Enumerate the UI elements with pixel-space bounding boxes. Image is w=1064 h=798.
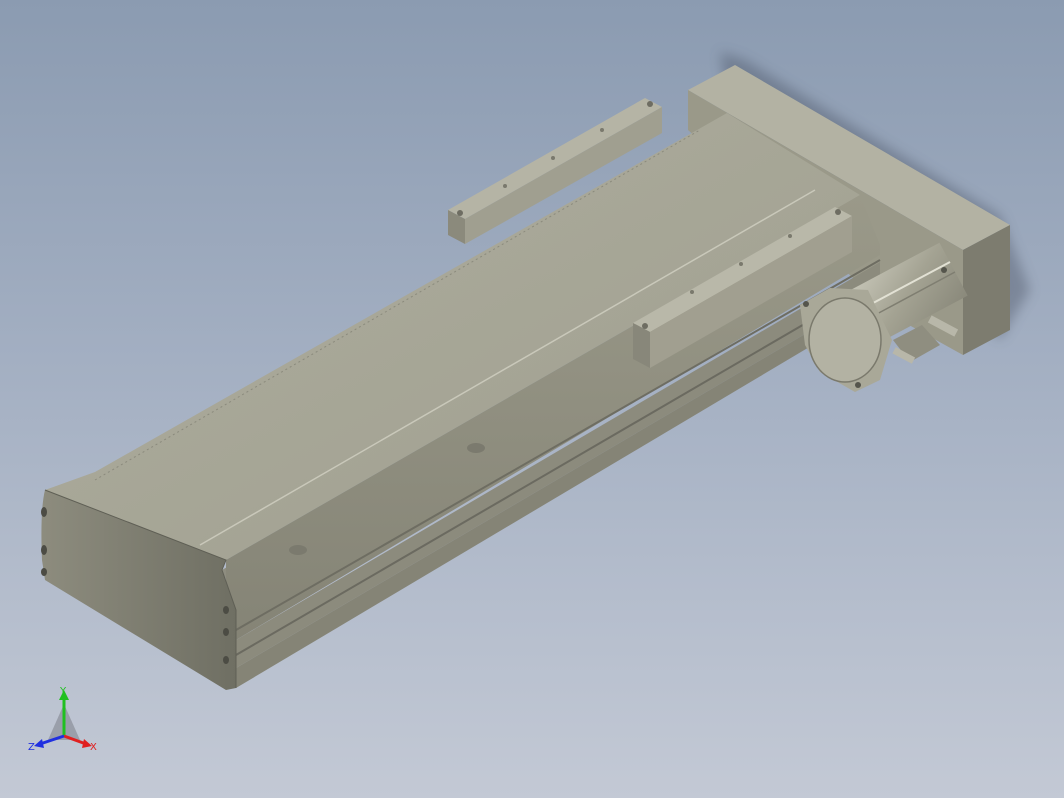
3d-viewport[interactable]: Y X Z <box>0 0 1064 798</box>
main-body <box>41 113 881 690</box>
x-axis-label: X <box>90 742 97 753</box>
bolt-hole <box>642 323 648 329</box>
bolt-hole <box>600 128 604 132</box>
bolt-hole <box>739 262 743 266</box>
end-hole <box>41 507 47 517</box>
mount-hole <box>289 545 307 555</box>
bolt-hole <box>457 210 463 216</box>
orientation-triad[interactable]: Y X Z <box>28 684 108 756</box>
z-axis-label: Z <box>28 742 35 753</box>
end-hole <box>223 628 229 636</box>
end-hole <box>223 656 229 664</box>
bolt-hole <box>647 101 653 107</box>
end-hole <box>223 606 229 614</box>
linear-actuator-model[interactable] <box>0 0 1064 798</box>
z-arrow-icon <box>34 739 44 748</box>
bolt-hole <box>690 290 694 294</box>
y-axis-label: Y <box>59 686 67 697</box>
bolt-hole <box>803 301 809 307</box>
bolt-hole <box>941 267 947 273</box>
bolt-hole <box>855 382 861 388</box>
end-hole <box>41 568 47 576</box>
bolt-hole <box>503 184 507 188</box>
bolt-hole <box>551 156 555 160</box>
end-hole <box>41 545 47 555</box>
bolt-hole <box>835 209 841 215</box>
mount-hole <box>467 443 485 453</box>
bolt-hole <box>788 234 792 238</box>
